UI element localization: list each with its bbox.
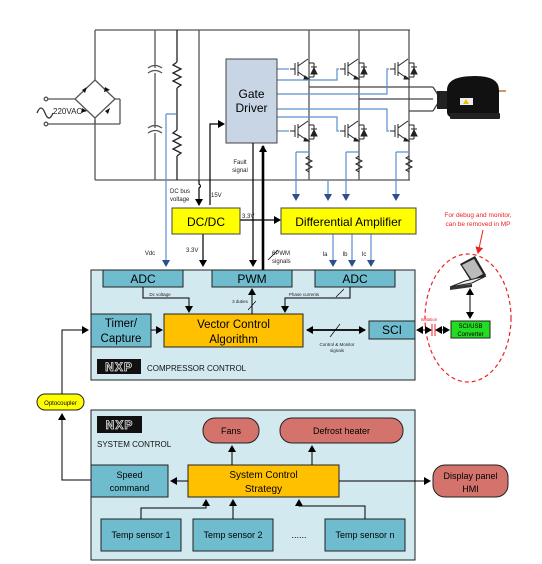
dcdc-3v3-down-label: 3.3V — [186, 248, 198, 254]
pwm-block[interactable]: PWM — [211, 269, 293, 288]
display-panel-label-2: HMI — [462, 484, 479, 494]
vector-control-block[interactable]: Vector Control Algorithm — [163, 313, 304, 348]
temp-sensor-n-label: Temp sensor n — [335, 530, 394, 540]
dcdc-3v3-right-label: 3.3V — [242, 214, 254, 220]
gate-driver-label-1: Gate — [238, 87, 264, 101]
dc-voltage-label: Dc voltage — [149, 292, 171, 297]
adc-current-block[interactable]: ADC — [314, 269, 396, 288]
sci-block[interactable]: SCI — [368, 320, 416, 340]
defrost-heater-label: Defrost heater — [313, 426, 370, 436]
diagram-canvas: Gate Driver 220VAC Fault signal DC bus v… — [36, 29, 512, 561]
defrost-heater-block[interactable]: Defrost heater — [279, 417, 404, 444]
6pwm-label-1: 6PWM — [272, 251, 290, 257]
temp-sensor-2-block[interactable]: Temp sensor 2 — [192, 518, 274, 552]
ib-label: Ib — [342, 252, 348, 258]
ac-sine-icon — [36, 107, 54, 119]
compressor-motor-icon — [437, 76, 506, 119]
temp-sensor-n-block[interactable]: Temp sensor n — [324, 518, 406, 552]
control-monitor-label-1: Control & Monitor — [319, 342, 355, 347]
svg-text:NXP: NXP — [105, 360, 133, 374]
debug-note-1: For debug and monitor, — [444, 212, 511, 219]
igbt-icon — [390, 120, 418, 142]
laptop-icon — [449, 256, 487, 290]
fault-signal-label-2: signal — [232, 168, 248, 174]
speed-command-block[interactable]: Speed command — [90, 464, 169, 498]
optocoupler-block[interactable]: Optocoupler — [36, 393, 85, 411]
igbt-icon — [390, 58, 418, 80]
isolation-capacitor-icon — [431, 324, 436, 336]
system-control-strategy-block[interactable]: System Control Strategy — [187, 464, 340, 498]
speed-command-label-2: command — [110, 483, 150, 493]
sci-usb-converter-block[interactable]: SCI/USB Converter — [450, 320, 491, 339]
temp-sensor-1-label: Temp sensor 1 — [111, 530, 170, 540]
timer-capture-label-1: Timer/ — [105, 318, 138, 330]
speed-command-label-1: Speed — [116, 470, 142, 480]
igbt-icon — [290, 58, 318, 80]
pwm-label: PWM — [237, 272, 266, 286]
optocoupler-label: Optocoupler — [44, 401, 77, 407]
6pwm-label-2: signals — [272, 259, 291, 265]
gate-signal-lines — [277, 68, 389, 132]
vdc-label: Vdc — [145, 251, 155, 257]
converter-label-2: Converter — [457, 332, 483, 338]
fans-block[interactable]: Fans — [202, 417, 260, 444]
igbt-icon — [290, 120, 318, 142]
adc-dc-block[interactable]: ADC — [102, 269, 184, 288]
adc-dc-label: ADC — [130, 272, 156, 286]
sensor-ellipsis: ...... — [291, 530, 306, 540]
phase-currents-label: Phase currents — [289, 292, 320, 297]
dcdc-block[interactable]: DC/DC — [171, 207, 241, 235]
timer-capture-label-2: Capture — [101, 333, 142, 345]
3-duties-label: 3 duties — [232, 299, 249, 304]
voltage-divider-resistors — [171, 30, 183, 180]
15v-label: 15V — [211, 193, 222, 199]
nxp-logo-system: NXP — [97, 416, 142, 433]
adc-current-label: ADC — [342, 272, 368, 286]
converter-label-1: SCI/USB — [458, 324, 482, 330]
sci-label: SCI — [382, 323, 402, 337]
vector-control-label-2: Algorithm — [209, 334, 258, 346]
ic-label: Ic — [362, 252, 367, 258]
control-monitor-label-2: signals — [330, 348, 345, 353]
differential-amplifier-block[interactable]: Differential Amplifier — [280, 207, 417, 235]
igbt-icon — [340, 58, 368, 80]
strategy-label-2: Strategy — [245, 484, 282, 495]
vector-control-label-1: Vector Control — [197, 319, 270, 331]
system-control-title: SYSTEM CONTROL — [97, 440, 172, 449]
nxp-logo-compressor: NXP — [97, 359, 141, 374]
gate-driver-block[interactable]: Gate Driver — [225, 58, 278, 144]
fans-label: Fans — [221, 426, 242, 436]
gate-driver-label-2: Driver — [236, 101, 268, 115]
dc-bus-voltage-label-2: voltage — [170, 197, 190, 203]
dc-link-capacitors — [147, 30, 163, 180]
ac-source-label: 220VAC — [53, 107, 82, 116]
display-panel-label-1: Display panel — [443, 471, 497, 481]
ia-label: Ia — [322, 252, 328, 258]
debug-note-2: can be removed in MP — [445, 221, 510, 228]
bridge-rectifier-icon — [47, 79, 121, 125]
dc-bus-voltage-label-1: DC bus — [170, 189, 190, 195]
svg-text:NXP: NXP — [106, 418, 134, 432]
display-panel-hmi-block[interactable]: Display panel HMI — [432, 464, 509, 498]
temp-sensor-1-block[interactable]: Temp sensor 1 — [100, 518, 182, 552]
differential-amplifier-label: Differential Amplifier — [295, 215, 402, 229]
dcdc-label: DC/DC — [187, 215, 225, 229]
compressor-control-title: COMPRESSOR CONTROL — [147, 364, 247, 373]
fault-signal-label-1: Fault — [233, 160, 247, 166]
isolation-label: Isolation — [421, 317, 438, 322]
strategy-label-1: System Control — [229, 470, 297, 481]
igbt-icon — [340, 120, 368, 142]
timer-capture-block[interactable]: Timer/ Capture — [90, 313, 152, 348]
temp-sensor-2-label: Temp sensor 2 — [203, 530, 262, 540]
